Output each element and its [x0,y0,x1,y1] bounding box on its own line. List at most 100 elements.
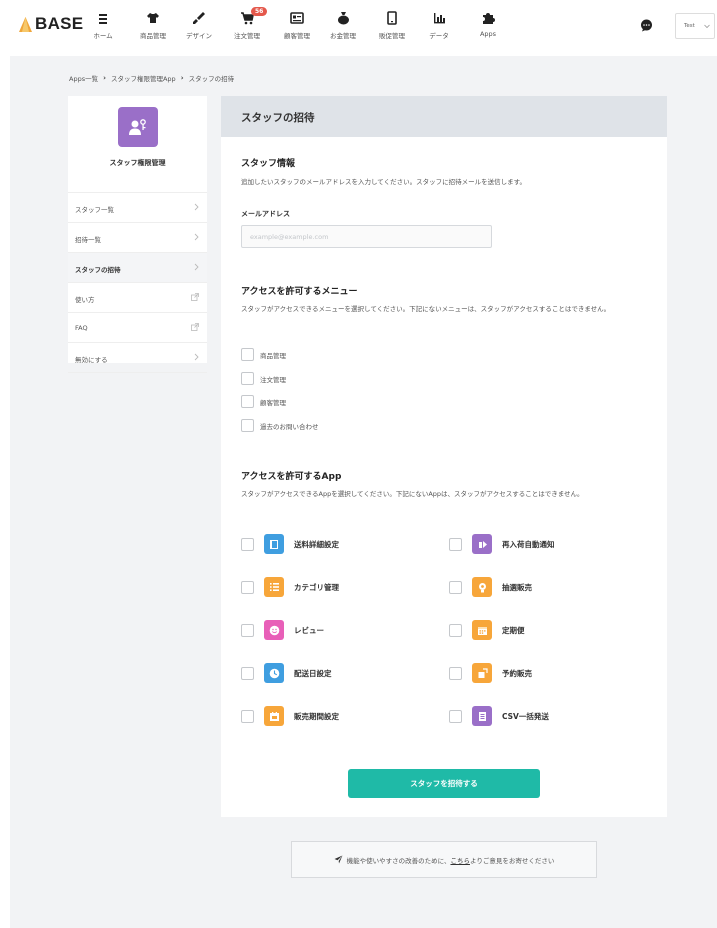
sale-period-icon [264,706,284,726]
app-checkbox-shipping-detail[interactable] [241,537,254,551]
chevron-right-icon [194,263,199,271]
app-checkbox-review[interactable] [241,623,254,637]
feedback-text-pre: 機能や使いやすさの改善のために、 [346,856,451,865]
app-checkbox-csv-shipping[interactable] [449,709,462,723]
menu-list-icon [81,10,125,26]
customer-card-icon [275,10,319,26]
app-option-shipping-detail: 送料詳細設定 [241,534,339,554]
chat-icon[interactable] [640,19,653,32]
feedback-link[interactable]: こちら [450,855,470,865]
chevron-right-icon: › [180,74,184,82]
chevron-right-icon [194,233,199,241]
sidebar-app-title: スタッフ権限管理 [109,159,166,167]
reserve-icon [472,663,492,683]
sidebar-item-staff-list[interactable]: スタッフ一覧 [68,193,207,223]
calendar-icon [472,620,492,640]
tshirt-icon [131,10,175,26]
nav-data[interactable]: データ [417,10,461,40]
nav-customers[interactable]: 顧客管理 [275,10,319,40]
phone-icon [370,10,414,26]
menu-checkbox-products[interactable] [241,348,254,361]
chevron-right-icon [194,203,199,211]
page-title: スタッフの招待 [221,96,667,137]
feedback-text-post: よりご意見をお寄せください [469,856,555,865]
shop-select[interactable]: Test [675,13,715,39]
sidebar-item-faq[interactable]: FAQ [68,313,207,343]
clock-icon [264,663,284,683]
nav-products[interactable]: 商品管理 [131,10,175,40]
puzzle-icon [466,10,510,26]
lottery-icon [472,577,492,597]
breadcrumb: Apps一覧 › スタッフ権限管理App › スタッフの招待 [69,73,234,83]
logo-text: BASE [35,14,84,33]
breadcrumb-staff-app[interactable]: スタッフ権限管理App [111,73,176,83]
sidebar-item-invite-staff[interactable]: スタッフの招待 [68,253,207,283]
app-checkbox-restock-notify[interactable] [449,537,462,551]
menu-access-title: アクセスを許可するメニュー [241,287,358,297]
shop-select-value: Test [684,23,695,29]
app-checkbox-category[interactable] [241,580,254,594]
brush-icon [177,10,221,26]
app-access-title: アクセスを許可するApp [241,472,342,482]
external-link-icon [191,293,199,301]
staff-permission-app-icon [117,107,158,147]
sidebar-item-disable[interactable]: 無効にする [68,343,207,373]
invite-staff-button[interactable]: スタッフを招待する [348,769,540,798]
app-sidebar: スタッフ権限管理 スタッフ一覧 招待一覧 スタッフの招待 使い方 FAQ 無効に… [68,96,207,373]
money-bag-icon [321,10,365,26]
menu-option-orders: 注文管理 [241,372,286,385]
chevron-right-icon [194,353,199,361]
menu-option-past-inquiries: 過去のお問い合わせ [241,419,319,432]
sidebar-header: スタッフ権限管理 [68,107,207,193]
bar-chart-icon [417,10,461,26]
csv-ship-icon [472,706,492,726]
staff-info-desc: 追加したいスタッフのメールアドレスを入力してください。スタッフに招待メールを送信… [241,178,526,186]
nav-home[interactable]: ホーム [81,10,125,40]
app-option-review: レビュー [241,620,324,640]
sidebar-item-how-to[interactable]: 使い方 [68,283,207,313]
staff-info-title: スタッフ情報 [241,159,296,169]
app-option-preorder: 予約販売 [449,663,532,683]
smile-face-icon [264,620,284,640]
app-option-subscription: 定期便 [449,620,525,640]
menu-option-products: 商品管理 [241,348,286,361]
app-option-lottery: 抽選販売 [449,577,532,597]
nav-promotion[interactable]: 販促管理 [370,10,414,40]
menu-checkbox-past-inquiries[interactable] [241,419,254,432]
feedback-box: 機能や使いやすさの改善のために、 こちら よりご意見をお寄せください [291,841,597,878]
menu-checkbox-customers[interactable] [241,395,254,408]
email-label: メールアドレス [241,210,290,218]
chevron-right-icon: › [103,74,106,82]
base-logo[interactable]: BASE [18,14,83,34]
app-option-delivery-date: 配送日設定 [241,663,332,683]
breadcrumb-current: スタッフの招待 [188,75,235,83]
category-list-icon [264,577,284,597]
nav-money[interactable]: お金管理 [321,10,365,40]
shipping-doc-icon [264,534,284,554]
app-checkbox-preorder[interactable] [449,666,462,680]
app-checkbox-lottery[interactable] [449,580,462,594]
order-count-badge: 56 [251,7,268,16]
nav-apps[interactable]: Apps [466,10,510,38]
menu-option-customers: 顧客管理 [241,395,286,408]
app-checkbox-sale-period[interactable] [241,709,254,723]
sidebar-item-invite-list[interactable]: 招待一覧 [68,223,207,253]
nav-design[interactable]: デザイン [177,10,221,40]
email-field[interactable] [241,225,492,248]
app-option-csv-shipping: CSV一括発送 [449,706,549,726]
menu-access-desc: スタッフがアクセスできるメニューを選択してください。下記にないメニューは、スタッ… [241,305,611,313]
send-icon [334,855,343,864]
app-option-sale-period: 販売期間設定 [241,706,339,726]
app-checkbox-subscription[interactable] [449,623,462,637]
breadcrumb-apps-list[interactable]: Apps一覧 [69,73,98,83]
restock-bell-icon [472,534,492,554]
main-panel: スタッフの招待 スタッフ情報 追加したいスタッフのメールアドレスを入力してくださ… [221,96,667,817]
menu-checkbox-orders[interactable] [241,372,254,385]
app-option-category: カテゴリ管理 [241,577,339,597]
app-checkbox-delivery-date[interactable] [241,666,254,680]
app-option-restock-notify: 再入荷自動通知 [449,534,555,554]
external-link-icon [191,323,199,331]
top-header: BASE ホーム 商品管理 デザイン 56 注文管理 顧客管理 お金管理 販促管… [0,0,717,48]
chevron-down-icon [704,24,710,29]
nav-orders[interactable]: 56 注文管理 [225,7,269,40]
